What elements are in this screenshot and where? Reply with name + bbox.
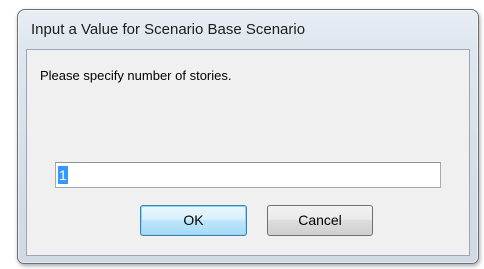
selected-input-text: 1 [58,166,68,184]
dialog-body: Please specify number of stories. 1 OK C… [26,49,470,256]
dialog-title: Input a Value for Scenario Base Scenario [31,21,306,38]
ok-button[interactable]: OK [140,205,247,236]
cancel-button[interactable]: Cancel [267,205,373,236]
input-value-dialog: Input a Value for Scenario Base Scenario… [17,9,479,264]
title-bar[interactable]: Input a Value for Scenario Base Scenario [18,10,478,48]
value-input[interactable] [55,162,441,188]
prompt-label: Please specify number of stories. [40,68,232,83]
